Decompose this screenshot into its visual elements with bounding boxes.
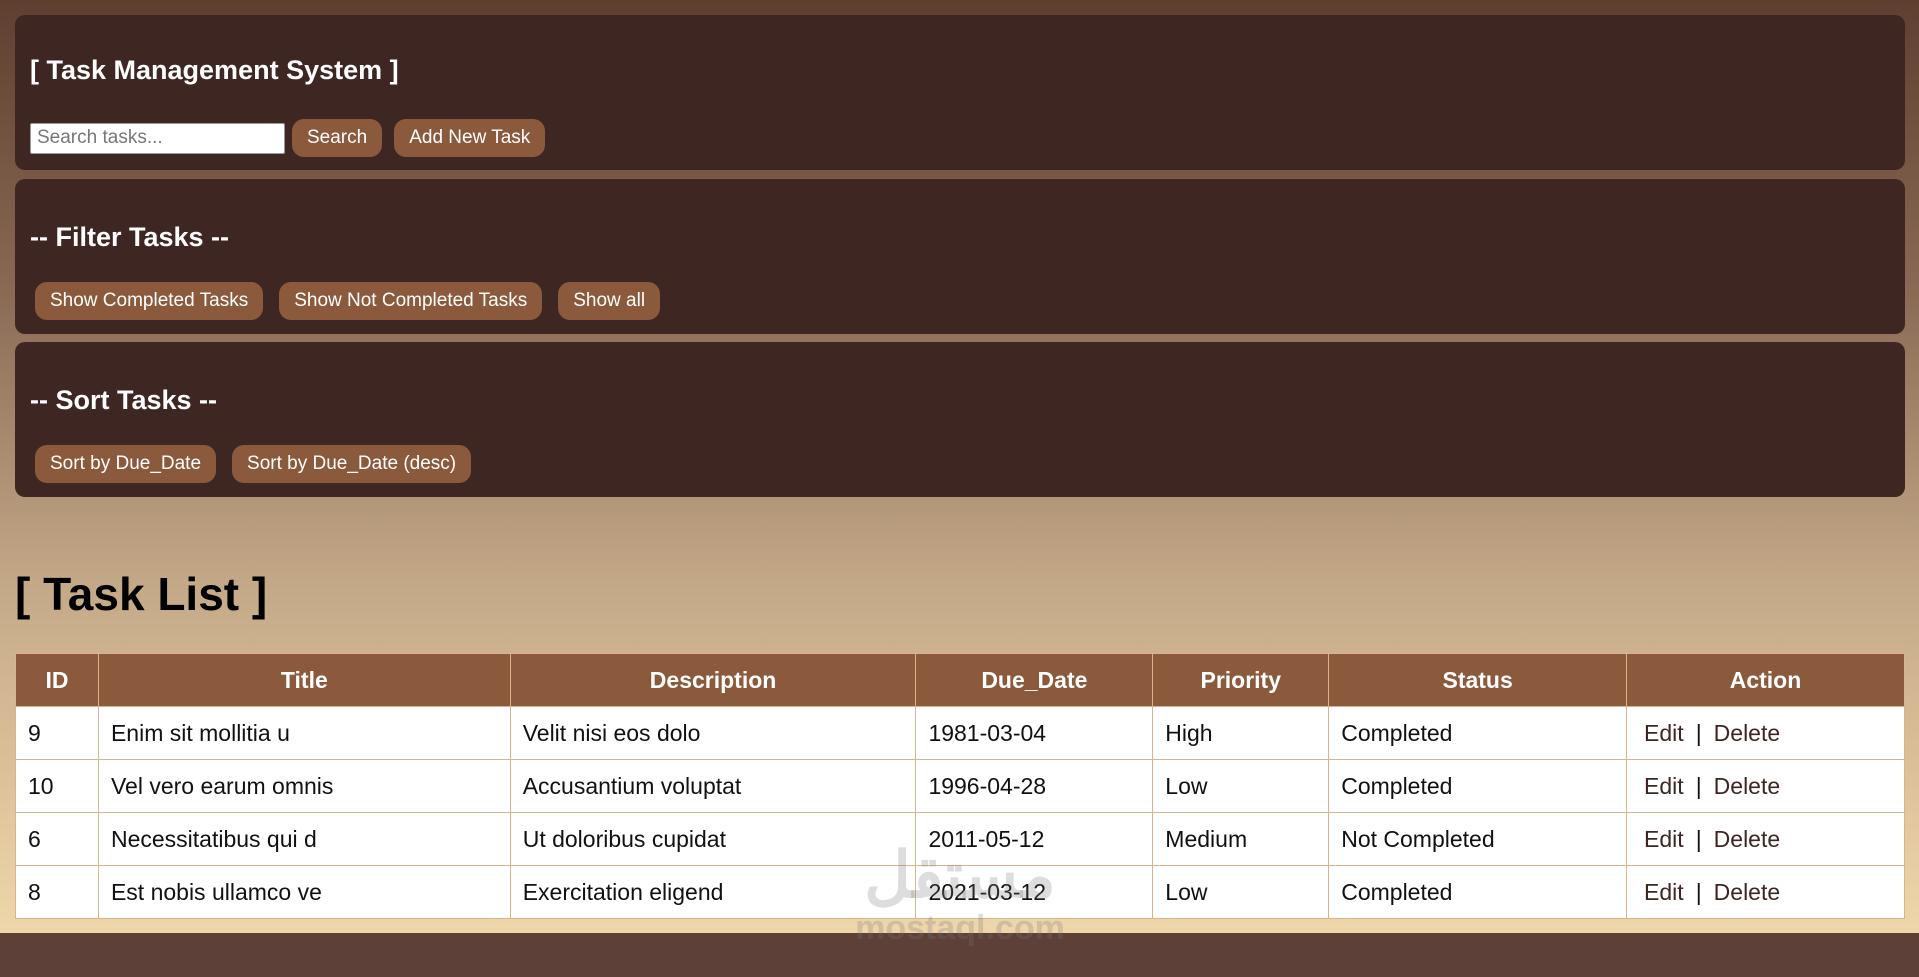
action-separator: | [1695,719,1702,746]
cell-description: Ut doloribus cupidat [509,812,917,866]
cell-due-date: 2011-05-12 [915,812,1154,866]
cell-priority: Medium [1152,812,1330,866]
cell-action: Edit | Delete [1626,706,1905,760]
header-panel: [ Task Management System ] Search tasks.… [15,15,1905,170]
app-title: [ Task Management System ] [30,55,399,85]
cell-description: Exercitation eligend [509,865,917,919]
page-footer [0,933,1919,977]
cell-due-date: 1996-04-28 [915,759,1154,813]
edit-link[interactable]: Edit [1644,720,1684,746]
search-button[interactable]: Search [292,119,383,157]
action-separator: | [1695,825,1702,852]
table-row: 10 Vel vero earum omnis Accusantium volu… [15,759,1905,813]
cell-priority: High [1152,706,1330,760]
cell-title: Vel vero earum omnis [97,759,511,813]
cell-priority: Low [1152,759,1330,813]
table-row: 8 Est nobis ullamco ve Exercitation elig… [15,865,1905,919]
cell-status: Not Completed [1328,812,1628,866]
column-header-status: Status [1328,653,1628,707]
delete-link[interactable]: Delete [1714,773,1780,799]
cell-description: Accusantium voluptat [509,759,917,813]
column-header-priority: Priority [1152,653,1330,707]
column-header-title: Title [97,653,511,707]
cell-due-date: 1981-03-04 [915,706,1154,760]
table-row: 9 Enim sit mollitia u Velit nisi eos dol… [15,706,1905,760]
cell-title: Necessitatibus qui d [97,812,511,866]
search-row: Search tasks... Search Add New Task [30,119,546,157]
sort-due-date-desc-button[interactable]: Sort by Due_Date (desc) [232,445,472,483]
edit-link[interactable]: Edit [1644,879,1684,905]
cell-id: 6 [15,812,99,866]
cell-due-date: 2021-03-12 [915,865,1154,919]
task-list-title: [ Task List ] [15,568,268,620]
column-header-due-date: Due_Date [915,653,1154,707]
action-separator: | [1695,772,1702,799]
table-header-row: ID Title Description Due_Date Priority S… [15,653,1905,707]
sort-buttons: Sort by Due_Date Sort by Due_Date (desc) [35,445,487,483]
add-task-button[interactable]: Add New Task [394,119,546,157]
cell-action: Edit | Delete [1626,865,1905,919]
table-row: 6 Necessitatibus qui d Ut doloribus cupi… [15,812,1905,866]
filter-panel: -- Filter Tasks -- Show Completed Tasks … [15,179,1905,334]
cell-priority: Low [1152,865,1330,919]
sort-due-date-button[interactable]: Sort by Due_Date [35,445,217,483]
cell-status: Completed [1328,865,1628,919]
edit-link[interactable]: Edit [1644,826,1684,852]
edit-link[interactable]: Edit [1644,773,1684,799]
filter-title: -- Filter Tasks -- [30,222,230,252]
column-header-id: ID [15,653,99,707]
show-completed-button[interactable]: Show Completed Tasks [35,282,264,320]
cell-id: 8 [15,865,99,919]
cell-id: 9 [15,706,99,760]
search-input[interactable]: Search tasks... [30,122,285,154]
show-not-completed-button[interactable]: Show Not Completed Tasks [279,282,543,320]
cell-title: Enim sit mollitia u [97,706,511,760]
column-header-action: Action [1626,653,1905,707]
cell-status: Completed [1328,759,1628,813]
cell-status: Completed [1328,706,1628,760]
delete-link[interactable]: Delete [1714,720,1780,746]
task-table: ID Title Description Due_Date Priority S… [15,653,1905,919]
cell-action: Edit | Delete [1626,812,1905,866]
cell-action: Edit | Delete [1626,759,1905,813]
column-header-description: Description [509,653,917,707]
cell-id: 10 [15,759,99,813]
sort-title: -- Sort Tasks -- [30,385,218,415]
show-all-button[interactable]: Show all [558,282,661,320]
delete-link[interactable]: Delete [1714,879,1780,905]
sort-panel: -- Sort Tasks -- Sort by Due_Date Sort b… [15,342,1905,497]
filter-buttons: Show Completed Tasks Show Not Completed … [35,282,676,320]
cell-title: Est nobis ullamco ve [97,865,511,919]
delete-link[interactable]: Delete [1714,826,1780,852]
action-separator: | [1695,878,1702,905]
cell-description: Velit nisi eos dolo [509,706,917,760]
